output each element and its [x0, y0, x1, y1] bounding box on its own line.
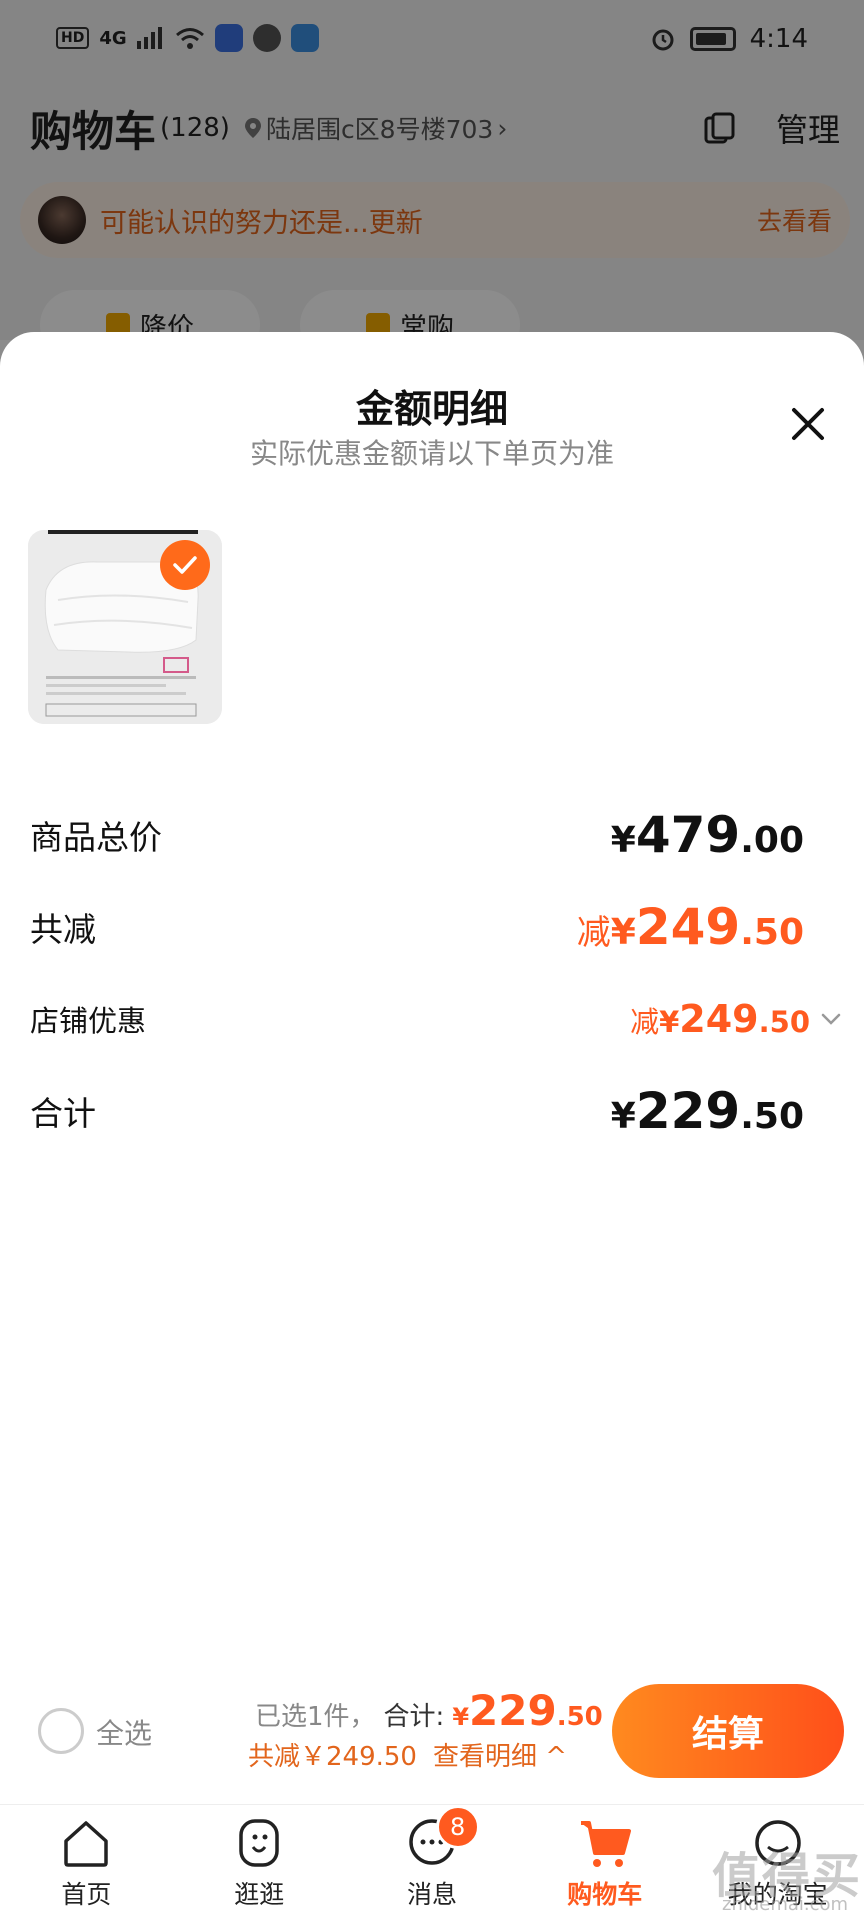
row-total-reduce: 共减 减 ¥ 249 .50 [30, 892, 804, 962]
tab-cart[interactable]: 购物车 [518, 1805, 691, 1920]
reduce-prefix: 减 [630, 1005, 660, 1039]
price-integer: 249 [679, 997, 759, 1041]
sheet-subtitle: 实际优惠金额请以下单页为准 [249, 437, 614, 470]
select-all-radio[interactable] [38, 1708, 84, 1754]
selection-summary: 已选1件， 合计: ¥ 229 .50 [255, 1686, 603, 1735]
price-decimal: .50 [740, 1096, 804, 1137]
tab-label: 购物车 [567, 1880, 643, 1909]
row-label: 共减 [30, 910, 96, 949]
checkout-sum-price: ¥ 229 .50 [452, 1686, 602, 1735]
price-integer: 249 [635, 898, 741, 956]
price-integer: 479 [635, 806, 741, 864]
close-icon[interactable] [784, 400, 832, 448]
cart-icon [580, 1821, 631, 1867]
checkout-button[interactable]: 结算 [612, 1684, 844, 1778]
currency-symbol: ¥ [659, 1005, 680, 1039]
goods-total-price: ¥ 479 .00 [611, 806, 804, 864]
row-label: 商品总价 [30, 818, 162, 857]
selected-check-icon[interactable] [160, 540, 210, 590]
row-goods-total: 商品总价 ¥ 479 .00 [30, 800, 804, 870]
reduce-text: 共减￥249.50 [248, 1742, 417, 1772]
price-decimal: .50 [758, 1005, 810, 1039]
tab-label: 消息 [406, 1880, 457, 1909]
product-thumbnail[interactable] [28, 530, 222, 724]
row-label: 合计 [30, 1094, 96, 1133]
currency-symbol: ¥ [610, 912, 636, 953]
price-decimal: .00 [740, 820, 804, 861]
browse-icon [239, 1819, 279, 1867]
select-all-label[interactable]: 全选 [96, 1712, 152, 1752]
reduce-prefix: 减 [576, 913, 611, 953]
sum-label: 合计: [383, 1702, 445, 1732]
tab-home[interactable]: 首页 [0, 1805, 173, 1920]
reduce-summary: 共减￥249.50 查看明细 ^ [248, 1736, 567, 1773]
tab-browse[interactable]: 逛逛 [173, 1805, 346, 1920]
price-integer: 229 [635, 1082, 741, 1140]
tab-label: 首页 [61, 1880, 112, 1909]
checkout-bar: 全选 已选1件， 合计: ¥ 229 .50 共减￥249.50 查看明细 ^ … [0, 1664, 864, 1804]
watermark-url: zhidemai.com [722, 1894, 849, 1915]
currency-symbol: ¥ [610, 820, 636, 861]
row-sum: 合计 ¥ 229 .50 [30, 1076, 804, 1146]
currency-symbol: ¥ [452, 1703, 470, 1731]
message-badge: 8 [435, 1805, 480, 1849]
selected-count: 已选1件， [255, 1702, 376, 1732]
shop-discount-price: 减 ¥ 249 .50 [630, 997, 810, 1041]
price-decimal: .50 [556, 1702, 603, 1732]
tab-label: 逛逛 [234, 1880, 285, 1909]
price-integer: 229 [469, 1686, 557, 1735]
sheet-title: 金额明细 [355, 387, 508, 431]
tab-messages[interactable]: 8 消息 [346, 1805, 519, 1920]
home-icon [64, 1821, 109, 1867]
amount-detail-sheet: 金额明细 实际优惠金额请以下单页为准 商品总价 ¥ 479 .00 共减 减 ¥… [0, 332, 864, 1802]
sum-price: ¥ 229 .50 [611, 1082, 804, 1140]
chevron-down-icon[interactable] [820, 1008, 842, 1030]
price-decimal: .50 [740, 912, 804, 953]
view-detail-link[interactable]: 查看明细 ^ [433, 1736, 567, 1773]
currency-symbol: ¥ [610, 1096, 636, 1137]
row-shop-discount[interactable]: 店铺优惠 减 ¥ 249 .50 [30, 984, 842, 1054]
total-reduce-price: 减 ¥ 249 .50 [577, 898, 804, 956]
row-label: 店铺优惠 [30, 1004, 147, 1038]
